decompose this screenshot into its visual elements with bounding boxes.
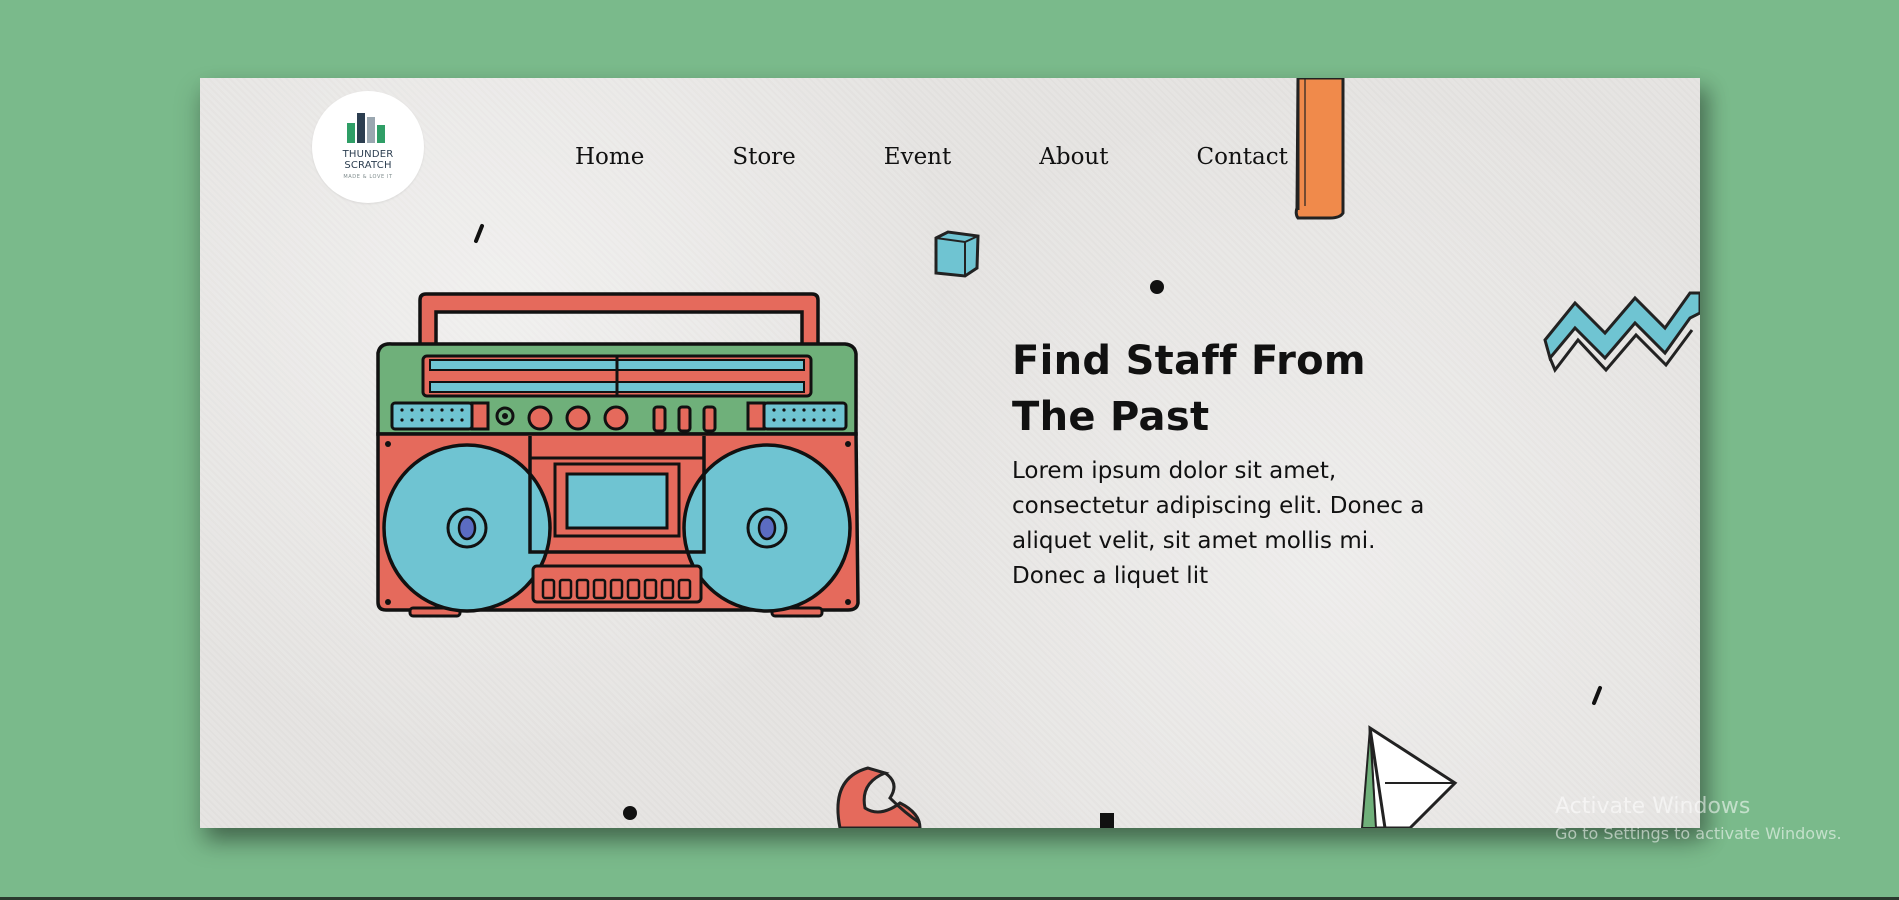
bar-chart-logo-icon [347, 113, 391, 143]
nav-item-about[interactable]: About [1039, 144, 1108, 170]
logo-name: THUNDER SCRATCH [312, 149, 424, 171]
nav-item-store[interactable]: Store [732, 144, 795, 170]
main-nav: Home Store Event About Contact [575, 142, 1288, 172]
black-dot-doodle [1150, 280, 1164, 294]
logo-name-line1: THUNDER [342, 149, 394, 160]
squiggle-doodle [836, 766, 922, 828]
logo-tagline: MADE & LOVE IT [343, 174, 393, 180]
hero-title: Find Staff From The Past [1012, 338, 1366, 440]
prism-doodle [1360, 725, 1458, 828]
nav-item-contact[interactable]: Contact [1196, 144, 1287, 170]
blue-cube-doodle [934, 230, 980, 278]
hero-description: Lorem ipsum dolor sit amet, consectetur … [1012, 458, 1425, 589]
hero-card: THUNDER SCRATCH MADE & LOVE IT Home Stor… [200, 78, 1700, 828]
black-dash-doodle [1592, 686, 1602, 705]
black-dash-doodle [474, 224, 484, 243]
nav-item-home[interactable]: Home [575, 144, 644, 170]
nav-item-event[interactable]: Event [884, 144, 951, 170]
boombox-illustration-icon [376, 292, 860, 618]
logo[interactable]: THUNDER SCRATCH MADE & LOVE IT [312, 91, 424, 203]
black-block-doodle [1100, 813, 1114, 828]
black-dot-doodle [623, 806, 637, 820]
logo-name-line2: SCRATCH [344, 160, 392, 171]
zigzag-doodle [1543, 291, 1700, 373]
orange-pillar-doodle [1294, 78, 1345, 220]
